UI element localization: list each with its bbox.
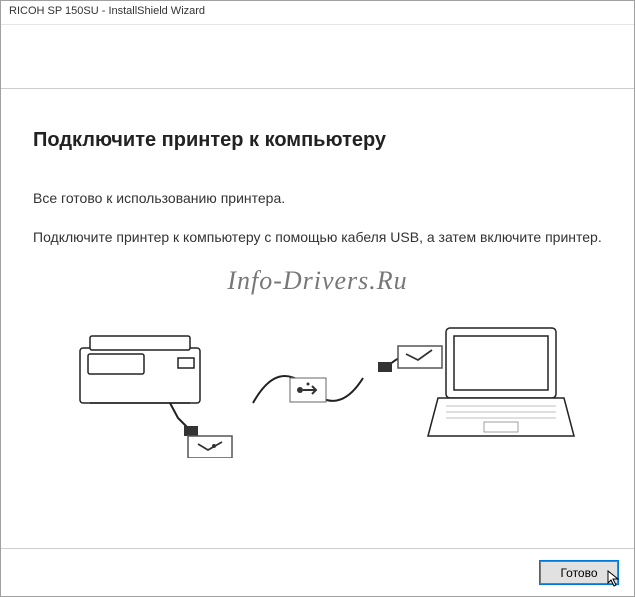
usb-cable-icon <box>248 348 368 433</box>
connection-diagram <box>33 318 602 463</box>
instruction-text-2: Подключите принтер к компьютеру с помощь… <box>33 227 602 248</box>
cursor-icon <box>607 570 621 591</box>
finish-button[interactable]: Готово <box>540 561 618 584</box>
page-heading: Подключите принтер к компьютеру <box>33 129 602 152</box>
printer-icon <box>60 318 240 463</box>
wizard-content: Подключите принтер к компьютеру Все гото… <box>1 89 634 548</box>
installer-window: RICOH SP 150SU - InstallShield Wizard По… <box>0 0 635 597</box>
window-title: RICOH SP 150SU - InstallShield Wizard <box>9 5 205 17</box>
window-titlebar: RICOH SP 150SU - InstallShield Wizard <box>1 1 634 25</box>
finish-button-label: Готово <box>560 566 597 580</box>
wizard-footer: Готово <box>1 548 634 596</box>
instruction-text-1: Все готово к использованию принтера. <box>33 188 602 209</box>
laptop-icon <box>376 318 576 463</box>
watermark-text: Info-Drivers.Ru <box>33 266 602 296</box>
header-banner <box>1 25 634 89</box>
